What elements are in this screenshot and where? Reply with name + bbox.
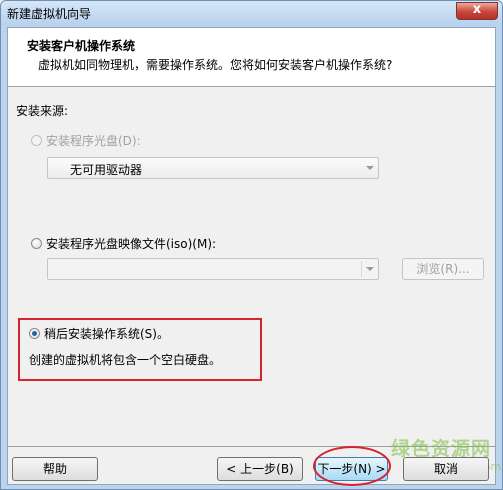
install-later-label: 稍后安装操作系统(S)。	[44, 327, 169, 341]
back-button[interactable]: < 上一步(B)	[217, 457, 303, 481]
chevron-down-icon	[366, 166, 374, 170]
wizard-header: 安装客户机操作系统 虚拟机如同物理机，需要操作系统。您将如何安装客户机操作系统?	[8, 28, 495, 87]
wizard-client-area: 安装客户机操作系统 虚拟机如同物理机，需要操作系统。您将如何安装客户机操作系统?…	[7, 27, 501, 486]
close-button[interactable]: x	[456, 2, 498, 20]
iso-path-dropdown[interactable]	[47, 258, 379, 280]
help-button[interactable]: 帮助	[12, 457, 98, 481]
window-title: 新建虚拟机向导	[7, 7, 92, 21]
disc-radio-label: 安装程序光盘(D):	[46, 134, 141, 148]
disc-radio[interactable]	[31, 135, 42, 146]
chevron-down-icon	[366, 267, 374, 271]
install-source-label: 安装来源:	[16, 104, 69, 118]
iso-radio[interactable]	[31, 238, 42, 249]
page-title: 安装客户机操作系统	[27, 39, 136, 53]
install-later-radio[interactable]	[29, 328, 40, 339]
browse-button[interactable]: 浏览(R)...	[402, 258, 484, 280]
page-subtitle: 虚拟机如同物理机，需要操作系统。您将如何安装客户机操作系统?	[38, 58, 393, 72]
disc-drive-dropdown[interactable]: 无可用驱动器	[47, 157, 379, 179]
disc-drive-value: 无可用驱动器	[70, 163, 143, 177]
highlight-annotation-ellipse	[313, 446, 391, 486]
dropdown-separator	[361, 261, 362, 277]
iso-radio-label: 安装程序光盘映像文件(iso)(M):	[46, 237, 217, 251]
wizard-window: 新建虚拟机向导 x 安装客户机操作系统 虚拟机如同物理机，需要操作系统。您将如何…	[0, 0, 503, 490]
cancel-button[interactable]: 取消	[403, 457, 489, 481]
close-icon: x	[472, 2, 482, 17]
install-later-description: 创建的虚拟机将包含一个空白硬盘。	[29, 353, 222, 367]
title-bar[interactable]: 新建虚拟机向导 x	[1, 1, 502, 25]
footer-divider	[8, 446, 495, 447]
